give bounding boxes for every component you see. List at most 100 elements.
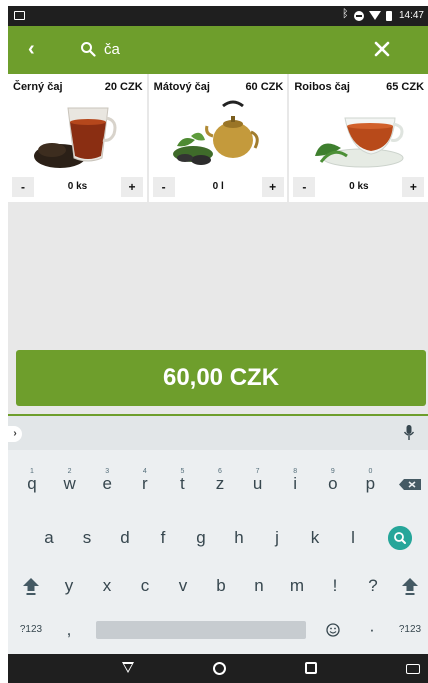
key-label: p bbox=[365, 474, 376, 493]
backspace-icon[interactable] bbox=[391, 464, 428, 504]
key-i[interactable]: 8i bbox=[276, 464, 314, 504]
back-arrow-icon[interactable]: ‹ bbox=[28, 39, 44, 59]
expand-suggestions-icon[interactable]: › bbox=[8, 426, 22, 442]
key-o[interactable]: 9o bbox=[314, 464, 352, 504]
key-k[interactable]: k bbox=[296, 518, 334, 558]
key-label: z bbox=[215, 474, 225, 493]
key-g[interactable]: g bbox=[182, 518, 220, 558]
key-n[interactable]: n bbox=[240, 566, 278, 606]
product-card-roibos-caj[interactable]: Roibos čaj 65 CZK - 0 ks + bbox=[289, 74, 428, 202]
quantity-value: 0 ks bbox=[349, 181, 369, 192]
keyboard-row-4: ?123 , · ?123 bbox=[8, 610, 428, 650]
key-t[interactable]: 5t bbox=[163, 464, 201, 504]
status-bar: 14:47 bbox=[8, 6, 428, 26]
product-name: Mátový čaj bbox=[153, 81, 210, 93]
mint-tea-image bbox=[172, 100, 259, 165]
key-label: ? bbox=[368, 576, 378, 595]
increase-button[interactable]: + bbox=[121, 177, 143, 197]
status-icons: 14:47 bbox=[342, 8, 424, 22]
keyboard-row-1: 1q2w3e4r5t6z7u8i9o0p bbox=[8, 464, 428, 504]
shift-left-icon[interactable] bbox=[12, 566, 50, 606]
keyboard-search-icon[interactable] bbox=[388, 526, 412, 550]
key-r[interactable]: 4r bbox=[126, 464, 164, 504]
decrease-button[interactable]: - bbox=[293, 177, 316, 197]
product-card-cerny-caj[interactable]: Černý čaj 20 CZK - 0 ks + bbox=[8, 74, 147, 202]
keyboard-row-2: as d f ghjkl bbox=[8, 518, 428, 558]
key-number-hint: 8 bbox=[293, 468, 298, 475]
key-label: s bbox=[82, 528, 92, 547]
key-m[interactable]: m bbox=[278, 566, 316, 606]
product-name: Roibos čaj bbox=[294, 81, 350, 93]
key-f[interactable]: f bbox=[144, 518, 182, 558]
key-l[interactable]: l bbox=[334, 518, 372, 558]
key-u[interactable]: 7u bbox=[239, 464, 277, 504]
increase-button[interactable]: + bbox=[261, 177, 284, 197]
key-label: ! bbox=[332, 576, 338, 595]
close-icon[interactable] bbox=[371, 38, 393, 60]
period-key[interactable]: · bbox=[353, 610, 391, 650]
key-label: c bbox=[140, 576, 150, 595]
keyboard-switch-icon[interactable] bbox=[406, 664, 420, 674]
emoji-key[interactable] bbox=[314, 610, 352, 650]
battery-icon bbox=[385, 10, 392, 21]
key-e[interactable]: 3e bbox=[88, 464, 126, 504]
key-z[interactable]: 6z bbox=[201, 464, 239, 504]
quantity-stepper: - 0 ks + bbox=[12, 177, 143, 197]
increase-button[interactable]: + bbox=[402, 177, 425, 197]
key-number-hint: 4 bbox=[142, 468, 147, 475]
key-number-hint: 2 bbox=[67, 468, 72, 475]
key-a[interactable]: a bbox=[30, 518, 68, 558]
key-label: d bbox=[120, 528, 130, 547]
key-label: k bbox=[310, 528, 320, 547]
microphone-icon[interactable] bbox=[404, 425, 414, 441]
key-exclamation[interactable]: ! bbox=[316, 566, 354, 606]
decrease-button[interactable]: - bbox=[12, 177, 34, 197]
quantity-stepper: - 0 l + bbox=[152, 177, 284, 197]
total-pay-button[interactable]: 60,00 CZK bbox=[16, 350, 426, 406]
app-screen: 14:47 ‹ ča Černý čaj 20 CZK bbox=[8, 6, 428, 683]
product-name: Černý čaj bbox=[13, 81, 63, 93]
nav-back-icon[interactable] bbox=[122, 662, 134, 673]
key-number-hint: 9 bbox=[330, 468, 335, 475]
quantity-value: 0 l bbox=[212, 181, 224, 192]
key-label: t bbox=[180, 474, 185, 493]
decrease-button[interactable]: - bbox=[152, 177, 175, 197]
key-c[interactable]: c bbox=[126, 566, 164, 606]
key-question[interactable]: ? bbox=[354, 566, 392, 606]
key-label: q bbox=[27, 474, 37, 493]
key-label: o bbox=[328, 474, 338, 493]
comma-key[interactable]: , bbox=[50, 610, 88, 650]
key-label: w bbox=[63, 474, 76, 493]
search-input[interactable]: ča bbox=[104, 41, 120, 59]
key-d[interactable]: d bbox=[106, 518, 144, 558]
notification-icon bbox=[14, 11, 25, 20]
key-number-hint: 1 bbox=[30, 468, 34, 475]
key-h[interactable]: h bbox=[220, 518, 258, 558]
key-p[interactable]: 0p bbox=[351, 464, 389, 504]
shift-right-icon[interactable] bbox=[391, 566, 428, 606]
nav-recents-icon[interactable] bbox=[305, 662, 317, 674]
key-s[interactable]: s bbox=[68, 518, 106, 558]
key-label: y bbox=[64, 576, 74, 595]
symbols-key-right[interactable]: ?123 bbox=[391, 610, 428, 650]
keyboard-row-3: y x c v b n m!? bbox=[8, 566, 428, 606]
key-number-hint: 0 bbox=[368, 468, 373, 475]
nav-home-icon[interactable] bbox=[213, 662, 226, 675]
key-q[interactable]: 1q bbox=[13, 464, 51, 504]
symbols-key[interactable]: ?123 bbox=[12, 610, 50, 650]
key-w[interactable]: 2w bbox=[51, 464, 89, 504]
key-j[interactable]: j bbox=[258, 518, 296, 558]
key-label: i bbox=[293, 474, 298, 493]
key-label: e bbox=[102, 474, 112, 493]
bluetooth-icon bbox=[342, 8, 349, 21]
key-y[interactable]: y bbox=[50, 566, 88, 606]
space-key[interactable] bbox=[96, 621, 306, 639]
key-x[interactable]: x bbox=[88, 566, 126, 606]
key-label: f bbox=[160, 528, 166, 547]
key-v[interactable]: v bbox=[164, 566, 202, 606]
key-label: g bbox=[196, 528, 206, 547]
product-list: Černý čaj 20 CZK - 0 ks + Mátový čaj 60 … bbox=[8, 74, 428, 202]
product-card-matovy-caj[interactable]: Mátový čaj 60 CZK - 0 l + bbox=[148, 74, 288, 202]
key-label: b bbox=[216, 576, 226, 595]
key-b[interactable]: b bbox=[202, 566, 240, 606]
